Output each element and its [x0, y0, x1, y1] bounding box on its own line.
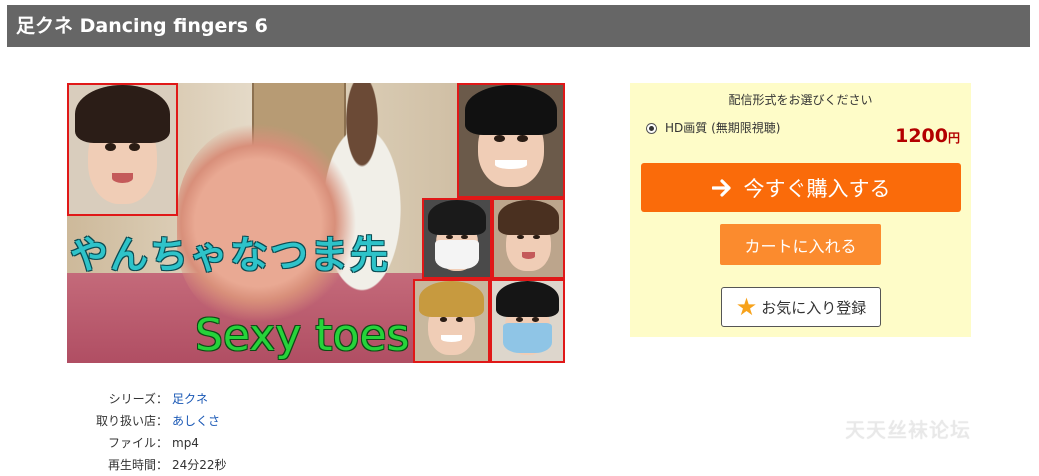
format-option-label[interactable]: HD画質 (無期限視聴)	[665, 120, 780, 136]
face-inset-masked-2	[490, 279, 565, 363]
detail-row-file: ファイル： mp4	[67, 432, 367, 454]
product-thumbnail[interactable]: やんちゃなつま先 Sexy toes	[67, 83, 565, 363]
thumbnail-caption-japanese: やんちゃなつま先	[70, 233, 391, 277]
favorite-button[interactable]: ★ お気に入り登録	[721, 287, 881, 327]
format-radio-selected[interactable]	[646, 123, 657, 134]
detail-label: ファイル：	[107, 436, 168, 450]
arrow-right-icon	[711, 178, 731, 197]
thumbnail-foot	[177, 123, 357, 323]
watermark: 天天丝袜论坛	[845, 418, 971, 442]
face-inset-top-left	[67, 83, 178, 216]
add-to-cart-button[interactable]: カートに入れる	[720, 224, 881, 265]
face-inset-bottom-left	[413, 279, 490, 363]
detail-row-shop: 取り扱い店： あしくさ	[67, 410, 367, 432]
duration-value: 24分22秒	[172, 458, 227, 472]
buy-now-button[interactable]: 今すぐ購入する	[641, 163, 961, 212]
star-icon: ★	[735, 293, 758, 321]
file-format-value: mp4	[172, 436, 199, 450]
detail-label: シリーズ：	[108, 392, 168, 406]
detail-label: 取り扱い店：	[95, 414, 168, 428]
favorite-label: お気に入り登録	[761, 298, 867, 317]
face-inset-masked-1	[422, 198, 492, 279]
face-inset-top-right	[457, 83, 565, 198]
title-bar: 足クネ Dancing fingers 6	[7, 5, 1030, 47]
detail-row-duration: 再生時間： 24分22秒	[67, 454, 367, 476]
buy-now-label: 今すぐ購入する	[743, 176, 891, 201]
price-amount: 1200	[895, 125, 948, 147]
detail-row-series: シリーズ： 足クネ	[67, 388, 367, 410]
face-inset-middle-right	[492, 198, 565, 279]
detail-label: 再生時間：	[107, 458, 168, 472]
format-select-heading: 配信形式をお選びください	[728, 93, 873, 107]
price: 1200円	[895, 125, 960, 147]
series-link[interactable]: 足クネ	[172, 388, 208, 410]
product-details: シリーズ： 足クネ 取り扱い店： あしくさ ファイル： mp4 再生時間： 24…	[67, 388, 367, 476]
purchase-panel: 配信形式をお選びください HD画質 (無期限視聴) 1200円 今すぐ購入する …	[630, 83, 971, 337]
thumbnail-caption-english: Sexy toes	[195, 310, 410, 361]
price-currency: 円	[947, 131, 960, 145]
page-title: 足クネ Dancing fingers 6	[16, 15, 268, 37]
shop-link[interactable]: あしくさ	[172, 410, 220, 432]
